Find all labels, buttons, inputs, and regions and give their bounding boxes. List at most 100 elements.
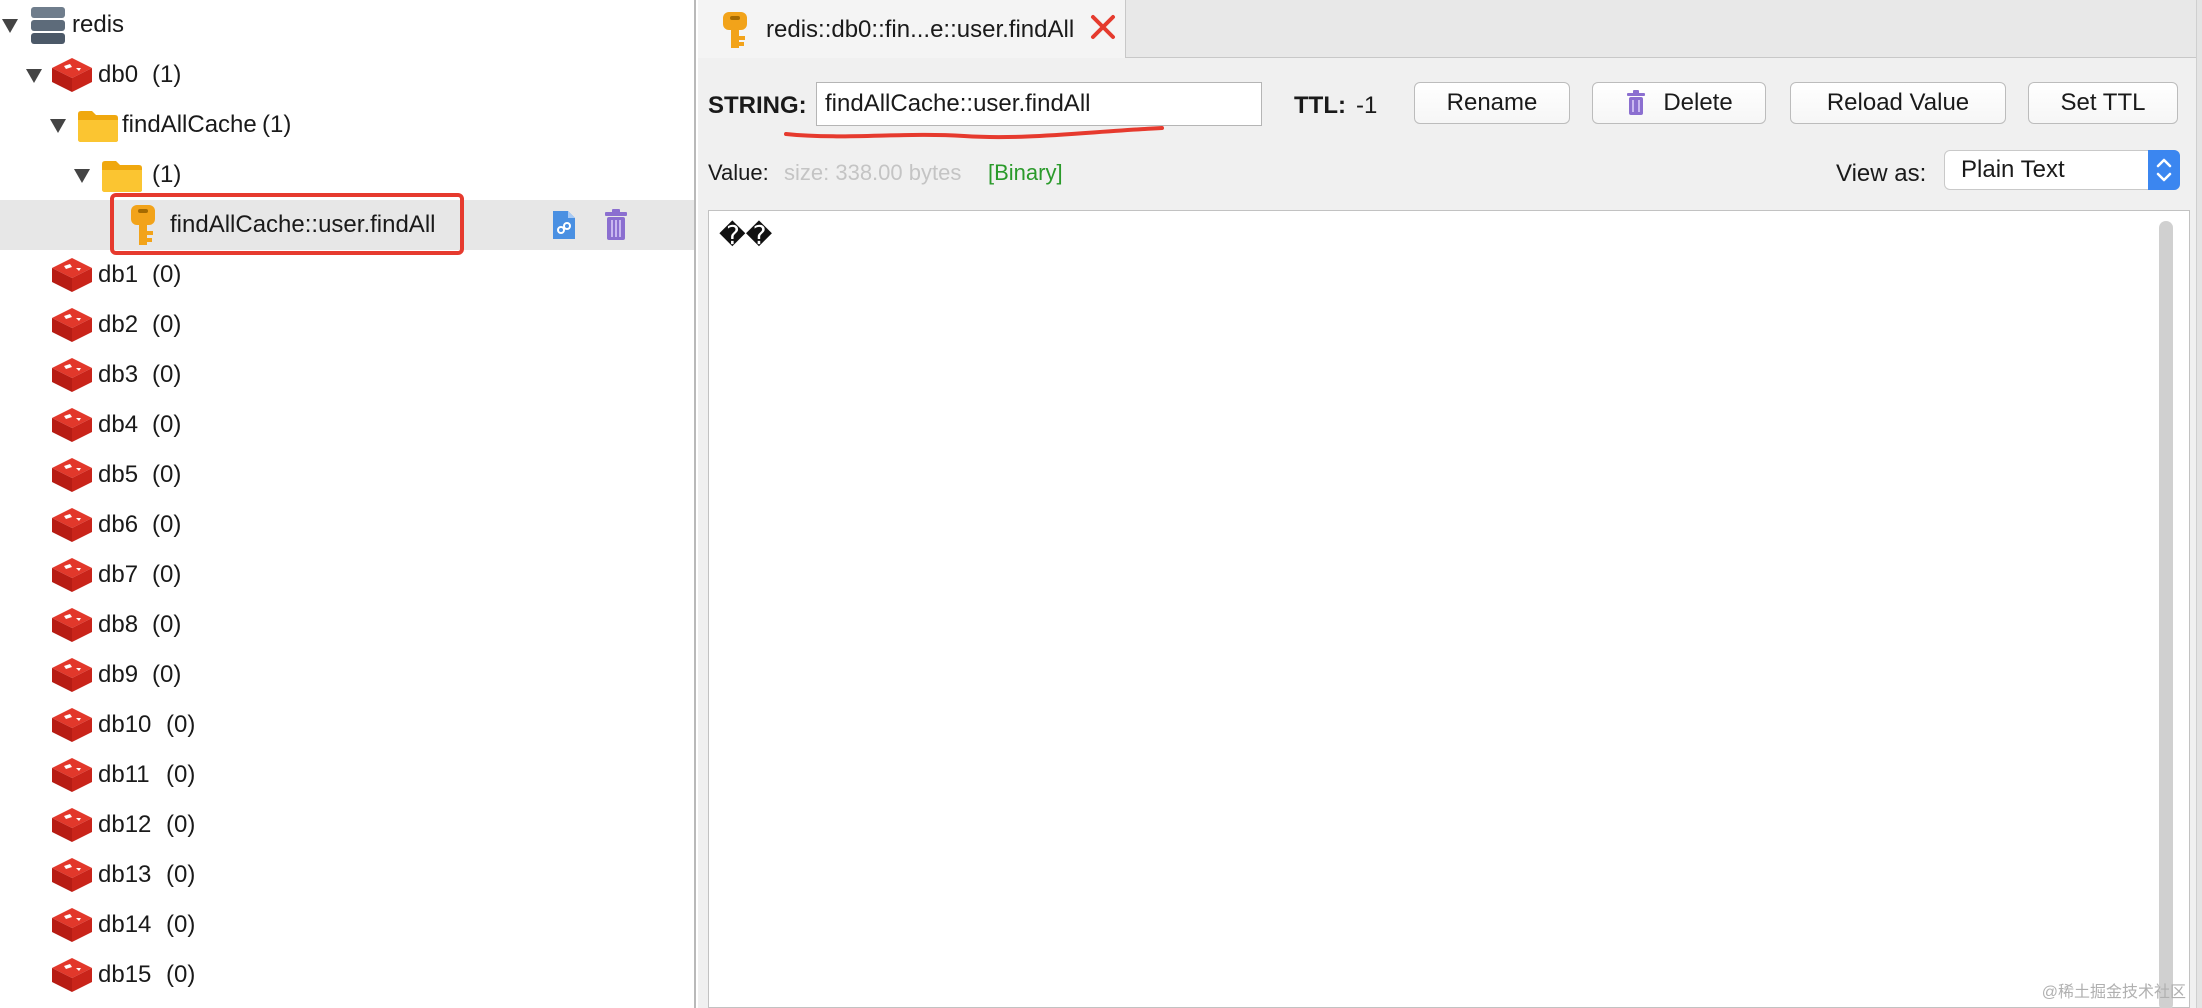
db-name: db14 xyxy=(98,911,152,938)
key-icon xyxy=(723,12,747,48)
value-editor[interactable]: �� xyxy=(708,210,2190,1008)
redis-db-icon xyxy=(52,308,92,342)
delete-button[interactable]: Delete xyxy=(1592,82,1766,124)
binary-badge: [Binary] xyxy=(988,160,1063,185)
tree-item-db[interactable]: db10 (0) xyxy=(0,700,694,750)
server-label: redis xyxy=(72,11,125,38)
annotation-underline xyxy=(784,126,1164,140)
scrollbar-thumb[interactable] xyxy=(2159,221,2173,1008)
value-content: �� xyxy=(719,221,773,251)
db-count: (0) xyxy=(166,761,196,788)
tree-item-db[interactable]: db1 (0) xyxy=(0,250,694,300)
tree-item-db[interactable]: db4 (0) xyxy=(0,400,694,450)
redis-db-icon xyxy=(52,258,92,292)
tree-item-db[interactable]: db13 (0) xyxy=(0,850,694,900)
tree-item-db[interactable]: db9 (0) xyxy=(0,650,694,700)
select-stepper[interactable] xyxy=(2148,150,2180,190)
db-count: (0) xyxy=(152,611,182,638)
tree-item-db[interactable]: db7 (0) xyxy=(0,550,694,600)
db-name: db15 xyxy=(98,961,152,988)
value-size: size: 338.00 bytes xyxy=(784,160,962,185)
vertical-scrollbar[interactable] xyxy=(2159,221,2173,1008)
redis-db-icon xyxy=(52,608,92,642)
connection-tree: redis db0 (1) findAllCache (1) (1) findA… xyxy=(0,0,696,1008)
tree-item-db[interactable]: db5 (0) xyxy=(0,450,694,500)
expand-arrow-icon[interactable] xyxy=(26,69,42,83)
expand-arrow-icon[interactable] xyxy=(50,119,66,133)
db-count: (0) xyxy=(152,661,182,688)
db-count: (0) xyxy=(152,261,182,288)
db-name: db7 xyxy=(98,561,139,588)
db-name: db10 xyxy=(98,711,152,738)
tree-item-db[interactable]: db15 (0) xyxy=(0,950,694,1000)
reload-value-button-label: Reload Value xyxy=(1826,89,1970,116)
db-count: (0) xyxy=(152,311,182,338)
tree-item-db[interactable]: db11 (0) xyxy=(0,750,694,800)
tree-item-db[interactable]: db6 (0) xyxy=(0,500,694,550)
tree-item-db[interactable]: db2 (0) xyxy=(0,300,694,350)
redis-db-icon xyxy=(52,358,92,392)
folder-icon xyxy=(78,111,118,142)
highlight-box xyxy=(110,193,464,255)
delete-button-label: Delete xyxy=(1663,89,1733,116)
close-icon[interactable] xyxy=(1090,14,1116,40)
trash-icon xyxy=(1627,90,1646,115)
redis-db-icon xyxy=(52,958,92,992)
folder-name: findAllCache xyxy=(122,111,257,138)
redis-db-icon xyxy=(52,808,92,842)
redis-db-icon xyxy=(52,508,92,542)
copy-link-icon[interactable] xyxy=(550,209,578,241)
db-name: db5 xyxy=(98,461,139,488)
tree-item-folder[interactable]: findAllCache (1) xyxy=(0,100,694,150)
watermark: @稀土掘金技术社区 xyxy=(2041,984,2186,1001)
expand-arrow-icon[interactable] xyxy=(74,169,90,183)
db-count: (0) xyxy=(152,411,182,438)
db-count: (0) xyxy=(166,711,196,738)
redis-db-icon xyxy=(52,858,92,892)
redis-db-icon xyxy=(52,408,92,442)
db-name: db4 xyxy=(98,411,139,438)
db-name: db2 xyxy=(98,311,139,338)
tree-item-db0[interactable]: db0 (1) xyxy=(0,50,694,100)
db-name: db3 xyxy=(98,361,139,388)
key-type-label: STRING: xyxy=(708,92,807,119)
redis-db-icon xyxy=(52,908,92,942)
tree-item-server[interactable]: redis xyxy=(0,0,694,50)
trash-icon[interactable] xyxy=(602,209,630,241)
tree-item-db[interactable]: db3 (0) xyxy=(0,350,694,400)
db-name: db6 xyxy=(98,511,139,538)
tab-key-view[interactable]: redis::db0::fin...e::user.findAll xyxy=(698,0,1126,58)
db-name: db8 xyxy=(98,611,139,638)
db-name: db9 xyxy=(98,661,139,688)
tree-item-db[interactable]: db8 (0) xyxy=(0,600,694,650)
tree-item-db[interactable]: db12 (0) xyxy=(0,800,694,850)
subfolder-count: (1) xyxy=(152,161,182,188)
tab-title: redis::db0::fin...e::user.findAll xyxy=(766,16,1075,43)
db-count: (0) xyxy=(152,561,182,588)
db-name: db12 xyxy=(98,811,152,838)
value-label: Value: xyxy=(708,160,769,185)
db-name: db0 xyxy=(98,61,139,88)
key-view-pane: redis::db0::fin...e::user.findAll STRING… xyxy=(698,0,2202,1008)
ttl-value: -1 xyxy=(1356,92,1378,119)
tree-item-db[interactable]: db14 (0) xyxy=(0,900,694,950)
db-count: (0) xyxy=(166,961,196,988)
folder-count: (1) xyxy=(262,111,292,138)
reload-value-button[interactable]: Reload Value xyxy=(1790,82,2006,124)
db-count: (0) xyxy=(152,361,182,388)
db-count: (0) xyxy=(166,811,196,838)
view-as-value: Plain Text xyxy=(1961,156,2065,183)
set-ttl-button-label: Set TTL xyxy=(2060,89,2146,116)
set-ttl-button[interactable]: Set TTL xyxy=(2028,82,2178,124)
redis-db-icon xyxy=(52,708,92,742)
rename-button[interactable]: Rename xyxy=(1414,82,1570,124)
expand-arrow-icon[interactable] xyxy=(2,19,18,33)
db-name: db1 xyxy=(98,261,139,288)
tab-bar: redis::db0::fin...e::user.findAll xyxy=(698,0,2202,58)
view-as-select[interactable]: Plain Text xyxy=(1944,150,2180,190)
db-count: (0) xyxy=(166,911,196,938)
window-edge xyxy=(2196,0,2202,1008)
redis-db-icon xyxy=(52,758,92,792)
chevron-updown-icon xyxy=(2156,158,2172,182)
db-count: (0) xyxy=(152,511,182,538)
